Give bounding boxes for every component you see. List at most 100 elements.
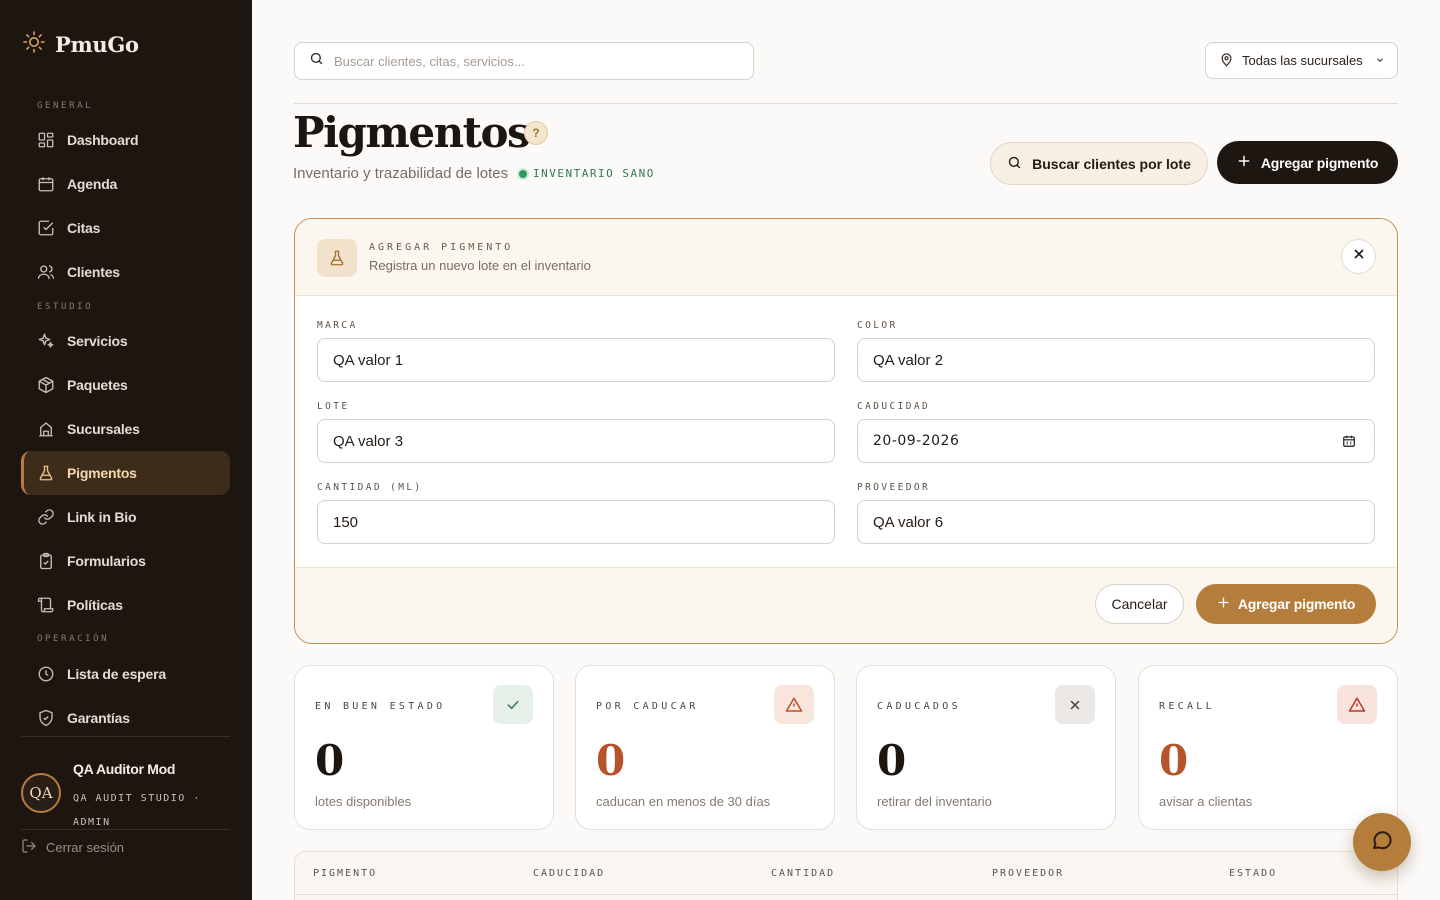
dashboard-icon [37,131,55,149]
sidebar-item-label: Citas [67,220,101,236]
branch-selector[interactable]: Todas las sucursales [1205,42,1398,79]
pigments-table: PIGMENTO CADUCIDAD CANTIDAD PROVEEDOR ES… [294,851,1398,900]
sidebar-divider [21,829,230,830]
add-pigment-label: Agregar pigmento [1260,154,1379,171]
global-search[interactable] [294,42,754,80]
sidebar-item-link-in-bio[interactable]: Link in Bio [21,495,230,539]
sidebar-item-label: Servicios [67,333,128,349]
color-field[interactable] [857,338,1375,382]
column-header-quantity[interactable]: CANTIDAD [771,868,835,879]
lote-field[interactable] [317,419,835,463]
close-icon [1352,247,1366,266]
user-card[interactable]: QA QA Auditor Mod QA AUDIT STUDIO · ADMI… [21,757,230,829]
logout-link[interactable]: Cerrar sesión [21,838,124,857]
sidebar-item-citas[interactable]: Citas [21,206,230,250]
brand-name: PmuGo [55,32,139,57]
marca-input[interactable] [333,351,803,369]
stat-card-good: EN BUEN ESTADO 0 lotes disponibles [294,665,554,830]
users-icon [37,263,55,281]
sidebar-item-label: Pigmentos [67,465,137,481]
column-header-supplier[interactable]: PROVEEDOR [992,868,1064,879]
stat-value: 0 [877,736,907,785]
flask-icon [37,464,55,482]
color-input[interactable] [873,351,1343,369]
stat-caption: caducan en menos de 30 días [596,794,771,809]
search-by-lote-label: Buscar clientes por lote [1032,155,1191,172]
package-icon [37,376,55,394]
calendar-icon [37,175,55,193]
close-button[interactable] [1341,239,1376,274]
header-divider [294,103,1398,104]
sidebar-item-pigmentos[interactable]: Pigmentos [21,451,230,495]
marca-field[interactable] [317,338,835,382]
user-studio: QA AUDIT STUDIO · ADMIN [73,793,201,828]
search-by-lote-button[interactable]: Buscar clientes por lote [990,142,1208,185]
page-subtitle: Inventario y trazabilidad de lotes [293,165,509,182]
x-icon [1055,685,1095,724]
shield-check-icon [37,709,55,727]
sidebar-item-paquetes[interactable]: Paquetes [21,363,230,407]
sidebar-item-sucursales[interactable]: Sucursales [21,407,230,451]
sidebar-item-politicas[interactable]: Políticas [21,583,230,627]
stat-kicker: EN BUEN ESTADO [315,701,446,712]
sidebar-item-formularios[interactable]: Formularios [21,539,230,583]
sidebar-item-label: Paquetes [67,377,128,393]
proveedor-label: PROVEEDOR [857,482,931,493]
stat-kicker: POR CADUCAR [596,701,699,712]
form-footer: Cancelar Agregar pigmento [295,567,1397,643]
user-name: QA Auditor Mod [73,761,176,777]
sidebar-item-servicios[interactable]: Servicios [21,319,230,363]
status-badge: INVENTARIO SANO [519,167,655,180]
form-kicker: AGREGAR PIGMENTO [369,242,514,253]
column-header-status[interactable]: ESTADO [1229,868,1277,879]
chat-button[interactable] [1353,813,1411,871]
caducidad-input[interactable] [873,433,1343,449]
stat-caption: avisar a clientas [1159,794,1253,809]
sidebar-item-lista-de-espera[interactable]: Lista de espera [21,652,230,696]
stat-value: 0 [1159,736,1189,785]
map-pin-icon [1219,52,1234,70]
sidebar-item-label: Lista de espera [67,666,166,682]
search-input[interactable] [334,53,734,69]
logout-icon [21,838,37,857]
sidebar-item-agenda[interactable]: Agenda [21,162,230,206]
sidebar-item-dashboard[interactable]: Dashboard [21,118,230,162]
stat-card-expired: CADUCADOS 0 retirar del inventario [856,665,1116,830]
flask-icon [317,239,357,277]
section-label-studio: ESTUDIO [37,302,94,312]
sidebar-divider [21,736,230,737]
table-header-divider [295,894,1397,895]
caducidad-label: CADUCIDAD [857,401,931,412]
add-pigment-form: AGREGAR PIGMENTO Registra un nuevo lote … [294,218,1398,644]
brand[interactable]: PmuGo [22,30,139,59]
stat-card-expiring: POR CADUCAR 0 caducan en menos de 30 día… [575,665,835,830]
calendar-icon[interactable] [1342,434,1356,452]
sidebar-item-label: Clientes [67,264,120,280]
lote-input[interactable] [333,432,803,450]
column-header-pigment[interactable]: PIGMENTO [313,868,377,879]
sidebar-item-garantias[interactable]: Garantías [21,696,230,740]
cancel-button[interactable]: Cancelar [1095,584,1184,624]
column-header-expiry[interactable]: CADUCIDAD [533,868,605,879]
check-icon [493,685,533,724]
caducidad-field[interactable] [857,419,1375,463]
stat-value: 0 [315,736,345,785]
sidebar-item-label: Formularios [67,553,146,569]
cantidad-input[interactable] [333,513,803,531]
add-pigment-button[interactable]: Agregar pigmento [1217,141,1398,184]
form-description: Registra un nuevo lote en el inventario [369,258,591,273]
sidebar-item-label: Link in Bio [67,509,137,525]
link-icon [37,508,55,526]
scroll-icon [37,596,55,614]
cantidad-label: CANTIDAD (ML) [317,482,423,493]
help-button[interactable]: ? [524,121,548,145]
sparkles-icon [37,332,55,350]
proveedor-input[interactable] [873,513,1343,531]
color-label: COLOR [857,320,898,331]
proveedor-field[interactable] [857,500,1375,544]
sidebar-item-label: Sucursales [67,421,140,437]
sidebar-item-clientes[interactable]: Clientes [21,250,230,294]
cantidad-field[interactable] [317,500,835,544]
submit-pigment-button[interactable]: Agregar pigmento [1196,584,1376,624]
stat-kicker: RECALL [1159,701,1215,712]
